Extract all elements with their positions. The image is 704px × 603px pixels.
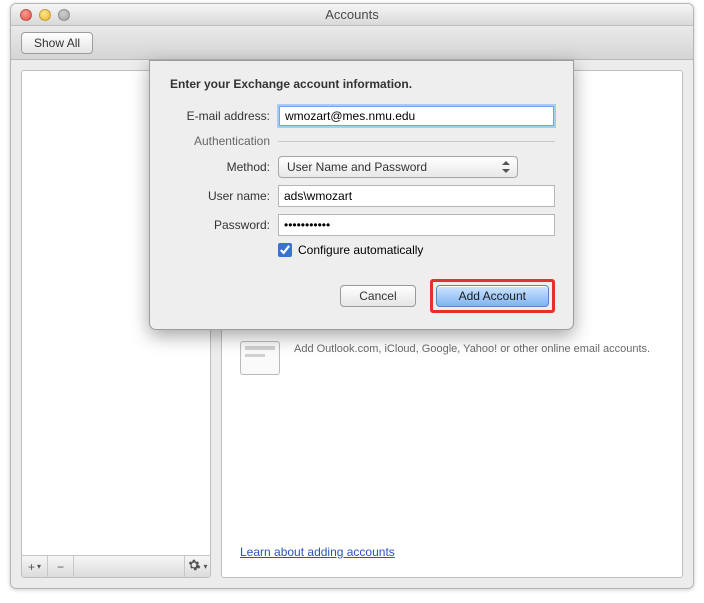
learn-link[interactable]: Learn about adding accounts — [240, 545, 395, 559]
authentication-label: Authentication — [168, 134, 270, 148]
titlebar: Accounts — [11, 4, 693, 26]
password-field[interactable] — [278, 214, 555, 236]
configure-auto-label: Configure automatically — [298, 243, 423, 257]
cancel-button[interactable]: Cancel — [340, 285, 415, 307]
other-email-description: Add Outlook.com, iCloud, Google, Yahoo! … — [294, 341, 650, 375]
plus-icon: + — [28, 560, 35, 574]
chevron-down-icon: ▾ — [37, 562, 41, 571]
sidebar-footer: + ▾ − ▾ — [22, 555, 210, 577]
email-field[interactable] — [278, 105, 555, 127]
method-value: User Name and Password — [287, 160, 427, 174]
exchange-account-dialog: Enter your Exchange account information.… — [149, 60, 574, 330]
window-title: Accounts — [11, 7, 693, 22]
username-label: User name: — [168, 189, 270, 203]
password-label: Password: — [168, 218, 270, 232]
minus-icon: − — [57, 560, 64, 574]
add-account-button[interactable]: + ▾ — [22, 556, 48, 578]
accounts-window: Accounts Show All + ▾ − ▾ — [10, 3, 694, 589]
chevron-down-icon: ▾ — [203, 562, 207, 571]
method-label: Method: — [168, 160, 270, 174]
mail-icon — [240, 341, 280, 375]
settings-menu-button[interactable]: ▾ — [184, 556, 210, 578]
dialog-heading: Enter your Exchange account information. — [170, 77, 555, 91]
configure-auto-checkbox[interactable] — [278, 243, 292, 257]
divider — [278, 141, 555, 142]
gear-icon — [187, 558, 201, 575]
username-field[interactable] — [278, 185, 555, 207]
remove-account-button[interactable]: − — [48, 556, 74, 578]
other-email-option[interactable]: Add Outlook.com, iCloud, Google, Yahoo! … — [240, 341, 664, 375]
add-account-button[interactable]: Add Account — [436, 285, 549, 307]
toolbar: Show All — [11, 26, 693, 60]
add-account-highlight: Add Account — [430, 279, 555, 313]
email-label: E-mail address: — [168, 109, 270, 123]
method-select[interactable]: User Name and Password — [278, 156, 518, 178]
show-all-button[interactable]: Show All — [21, 32, 93, 54]
